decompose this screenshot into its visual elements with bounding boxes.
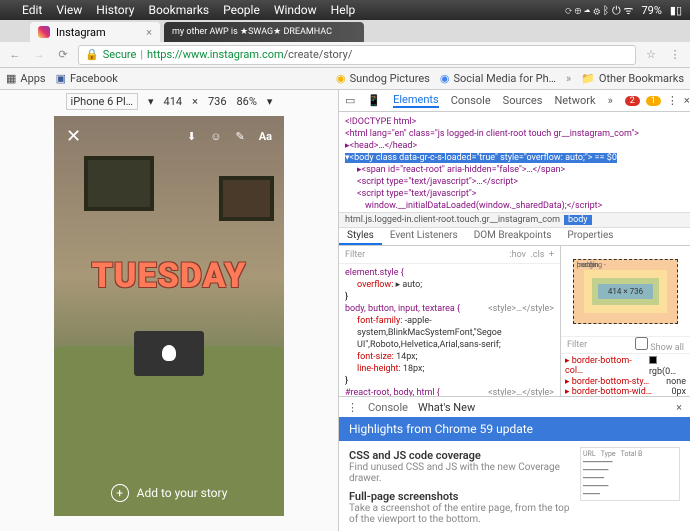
battery-pct: 79% [641, 4, 661, 17]
devtools-close-icon[interactable]: × [684, 94, 690, 107]
zoom-select[interactable]: 86% [237, 95, 257, 108]
device-preview-pane: iPhone 6 Pl… ▾ 414 × 736 86% ▾ ✕ ⬇ ☺ ✎ [0, 90, 338, 531]
bookmark-facebook[interactable]: ▣ Facebook [56, 72, 118, 85]
feature-title: Full-page screenshots [349, 490, 570, 503]
add-icon[interactable]: + [111, 484, 129, 502]
back-button[interactable]: ← [6, 46, 24, 64]
tab-network[interactable]: Network [554, 94, 595, 107]
bookmarks-bar: ▦ Apps ▣ Facebook ◉ Sundog Pictures ◉ So… [0, 68, 690, 90]
styles-tabstrip: Styles Event Listeners DOM Breakpoints P… [339, 228, 690, 246]
story-text-overlay[interactable]: TUESDAY [54, 256, 284, 296]
cls-toggle[interactable]: .cls [531, 250, 545, 260]
computed-filter[interactable]: Filter [567, 340, 587, 350]
story-preview: ✕ ⬇ ☺ ✎ Aa TUESDAY + Add to your story [54, 116, 284, 516]
instagram-favicon [38, 26, 50, 38]
inspect-icon[interactable]: ▭ [345, 94, 355, 107]
apps-icon[interactable]: ▦ Apps [6, 72, 46, 85]
menu-view[interactable]: View [56, 3, 82, 17]
status-icons: ⟳ ⊕ ☁ ⚙ ᛒ ⏻ ᯤ [565, 3, 633, 18]
tab-label: Instagram [56, 26, 106, 39]
secure-label: Secure [103, 48, 137, 61]
star-icon[interactable]: ☆ [642, 46, 660, 64]
lock-icon: 🔒 [85, 48, 99, 61]
tab-label: my other AWP is ★SWAG★ DREAMHAC [172, 27, 332, 37]
add-story-label[interactable]: Add to your story [137, 486, 228, 500]
device-height[interactable]: 736 [208, 95, 227, 108]
reload-button[interactable]: ⟳ [54, 46, 72, 64]
menu-bookmarks[interactable]: Bookmarks [148, 3, 209, 17]
battery-icon: ▮▯ [670, 4, 682, 17]
draw-icon[interactable]: ✎ [236, 130, 245, 143]
chrome-toolbar: ← → ⟳ 🔒 Secure | https://www.instagram.c… [0, 42, 690, 68]
drawer-close-icon[interactable]: × [676, 401, 682, 414]
add-rule-icon[interactable]: + [549, 250, 554, 260]
error-count[interactable]: 2 [625, 96, 640, 106]
url-host: https://www.instagram.com [147, 48, 284, 61]
styles-filter[interactable]: Filter [345, 250, 365, 260]
menu-help[interactable]: Help [331, 3, 356, 17]
warning-count[interactable]: 1 [646, 96, 661, 106]
feature-title: CSS and JS code coverage [349, 449, 570, 462]
device-select[interactable]: iPhone 6 Pl… [66, 93, 138, 110]
chevron-down-icon[interactable]: ▾ [267, 95, 273, 108]
devtools-drawer: ⋮ Console What's New × Highlights from C… [339, 396, 690, 531]
tab-instagram[interactable]: Instagram × [30, 22, 160, 42]
tab-close-icon[interactable]: × [146, 26, 152, 39]
close-icon[interactable]: ✕ [66, 126, 81, 147]
device-mode-icon[interactable]: 📱 [367, 94, 381, 107]
mac-menubar: Edit View History Bookmarks People Windo… [0, 0, 690, 20]
text-tool[interactable]: Aa [259, 130, 272, 143]
chevron-down-icon[interactable]: ▾ [148, 95, 154, 108]
tab-event-listeners[interactable]: Event Listeners [382, 228, 466, 245]
devtools-tabstrip: ▭ 📱 Elements Console Sources Network » 2… [339, 90, 690, 112]
menu-edit[interactable]: Edit [22, 3, 42, 17]
url-path: /create/story/ [284, 48, 353, 61]
tab-sources[interactable]: Sources [503, 94, 543, 107]
tab-elements[interactable]: Elements [393, 93, 439, 108]
more-tabs-icon[interactable]: » [608, 94, 613, 107]
address-bar[interactable]: 🔒 Secure | https://www.instagram.com /cr… [78, 45, 636, 65]
breadcrumb[interactable]: html.js.logged-in.client-root.touch.gr__… [339, 212, 690, 228]
hov-toggle[interactable]: :hov [509, 250, 526, 260]
sticker-icon[interactable]: ☺ [210, 130, 221, 143]
dom-tree[interactable]: <!DOCTYPE html> <html lang="en" class="j… [339, 112, 690, 212]
forward-button[interactable]: → [30, 46, 48, 64]
chrome-menu-icon[interactable]: ⋮ [666, 46, 684, 64]
selected-node: ▾<body class data-gr-c-s-loaded="true" s… [345, 153, 617, 163]
box-model[interactable]: margin border padding - 414 × 736 [561, 246, 690, 336]
devtools-menu-icon[interactable]: ⋮ [667, 94, 678, 107]
menu-history[interactable]: History [96, 3, 134, 17]
feature-desc: Take a screenshot of the entire page, fr… [349, 503, 570, 525]
feature-desc: Find unused CSS and JS with the new Cove… [349, 462, 570, 484]
tab-console[interactable]: Console [451, 94, 491, 107]
coverage-thumb: URL Type Total B━━━━━━━━━━━━━━━━━━━━━━━━… [580, 447, 680, 525]
drawer-menu-icon[interactable]: ⋮ [347, 401, 358, 414]
device-width[interactable]: 414 [164, 95, 183, 108]
computed-list[interactable]: ▸ border-bottom-col… rgb(0… ▸ border-bot… [561, 354, 690, 396]
tab-styles[interactable]: Styles [339, 228, 382, 245]
tab-dom-breakpoints[interactable]: DOM Breakpoints [466, 228, 560, 245]
whats-new-header: Highlights from Chrome 59 update [339, 417, 690, 441]
styles-pane[interactable]: Filter :hov .cls + element.style { overf… [339, 246, 560, 396]
bookmark-sundog[interactable]: ◉ Sundog Pictures [336, 72, 430, 85]
device-toolbar: iPhone 6 Pl… ▾ 414 × 736 86% ▾ [0, 90, 338, 112]
menu-people[interactable]: People [223, 3, 260, 17]
tab-other[interactable]: my other AWP is ★SWAG★ DREAMHAC [164, 22, 364, 42]
computed-pane: margin border padding - 414 × 736 Filter… [560, 246, 690, 396]
other-bookmarks[interactable]: 📁 Other Bookmarks [581, 72, 684, 85]
bookmark-social[interactable]: ◉ Social Media for Ph… [440, 72, 556, 85]
tab-whats-new[interactable]: What's New [418, 401, 475, 414]
chrome-tabstrip: Instagram × my other AWP is ★SWAG★ DREAM… [0, 20, 690, 42]
devtools-panel: ▭ 📱 Elements Console Sources Network » 2… [338, 90, 690, 531]
tab-drawer-console[interactable]: Console [368, 401, 408, 414]
tab-properties[interactable]: Properties [559, 228, 621, 245]
download-icon[interactable]: ⬇ [187, 130, 196, 143]
show-all-checkbox[interactable] [635, 337, 648, 350]
menu-window[interactable]: Window [274, 3, 317, 17]
